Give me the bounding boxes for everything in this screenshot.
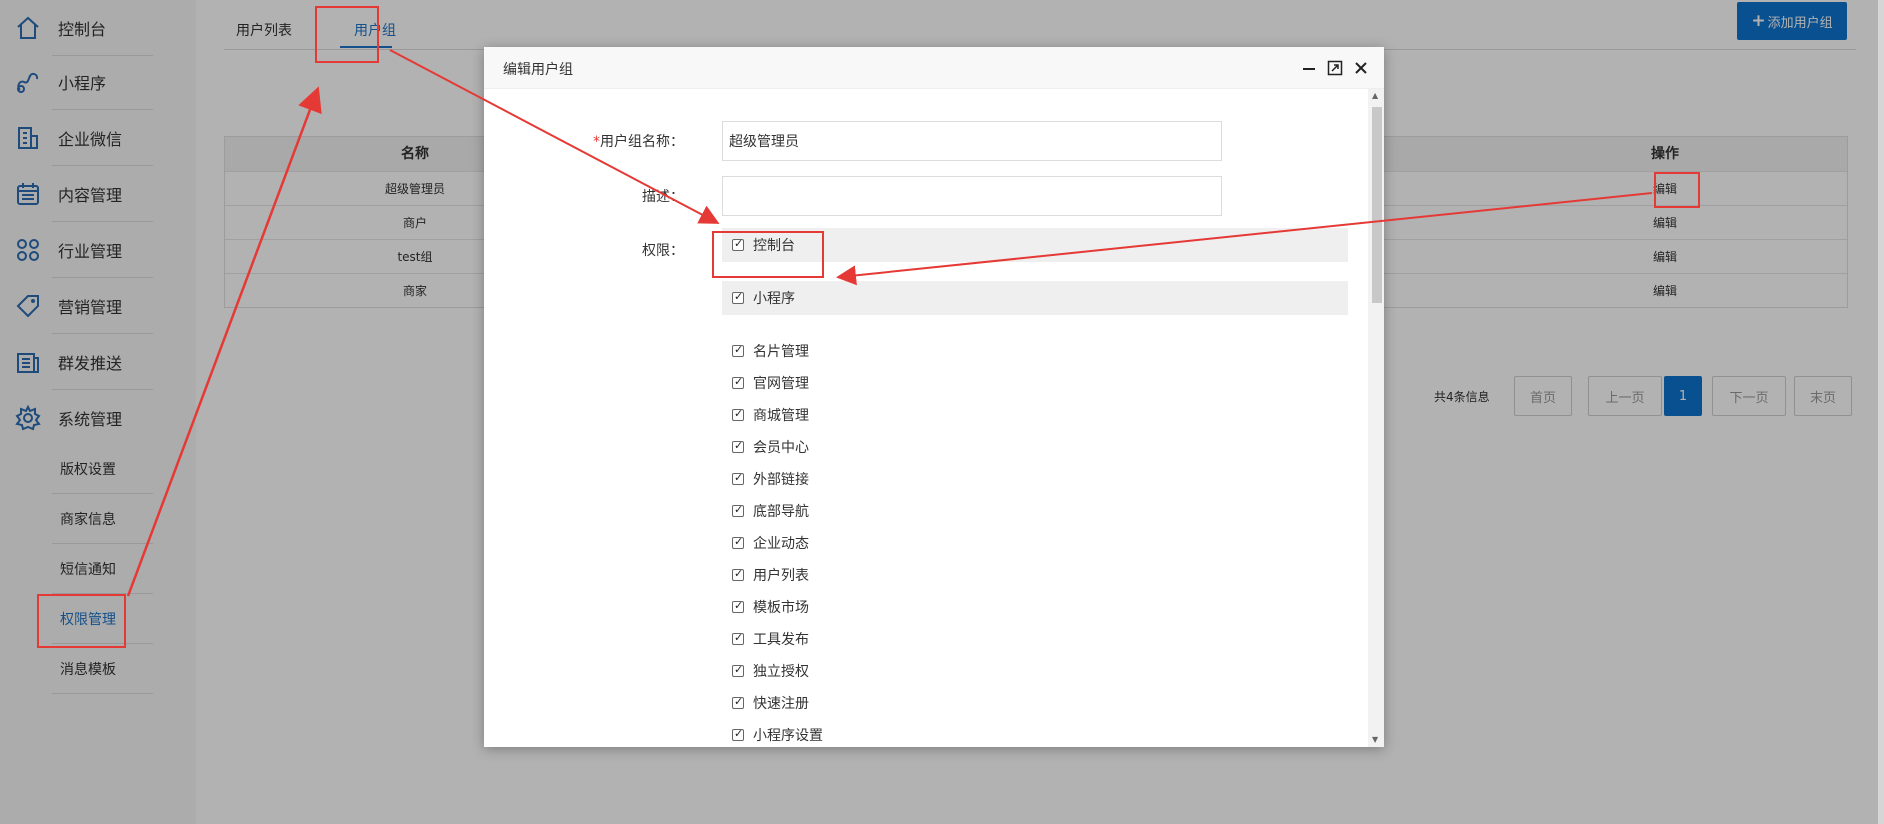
description-label: 描述： (642, 189, 684, 205)
checkbox-checked[interactable] (732, 695, 744, 709)
permission-label-text: 商城管理 (753, 408, 809, 424)
checkbox-checked[interactable] (732, 599, 744, 613)
permission-label-text: 快速注册 (753, 696, 809, 712)
group-name-input[interactable] (722, 121, 1222, 161)
permission-label-text: 小程序设置 (753, 728, 823, 744)
permission-label-text: 底部导航 (753, 504, 809, 520)
permission-group-miniprogram: 小程序 (722, 281, 1348, 315)
permission-item[interactable]: 外部链接 (732, 469, 809, 489)
permission-item[interactable]: 独立授权 (732, 661, 809, 681)
permission-item[interactable]: 工具发布 (732, 629, 809, 649)
checkbox-checked[interactable] (732, 375, 744, 389)
permission-label-text: 名片管理 (753, 344, 809, 360)
permission-item[interactable]: 快速注册 (732, 693, 809, 713)
permission-label-text: 官网管理 (753, 376, 809, 392)
checkbox-checked[interactable] (732, 663, 744, 677)
permission-item[interactable]: 用户列表 (732, 565, 809, 585)
permission-label-text: 模板市场 (753, 600, 809, 616)
permission-item[interactable]: 底部导航 (732, 501, 809, 521)
permission-label-text: 用户列表 (753, 568, 809, 584)
description-input[interactable] (722, 176, 1222, 216)
permission-label-text: 小程序 (753, 291, 795, 307)
modal-header: 编辑用户组 (484, 47, 1384, 89)
edit-user-group-modal: 编辑用户组 *用户组名称： 描述： 权限： 控制台 小程序 (484, 47, 1384, 747)
maximize-icon[interactable] (1326, 59, 1344, 77)
checkbox-checked[interactable] (732, 290, 744, 304)
permission-checkbox-dashboard[interactable]: 控制台 (732, 235, 795, 255)
permission-checkbox-miniprogram[interactable]: 小程序 (732, 288, 795, 308)
modal-scrollbar[interactable]: ▲ ▼ (1368, 89, 1384, 747)
checkbox-checked[interactable] (732, 503, 744, 517)
checkbox-checked[interactable] (732, 439, 744, 453)
required-mark: * (593, 134, 600, 150)
scroll-down-icon[interactable]: ▼ (1372, 735, 1378, 744)
checkbox-checked[interactable] (732, 567, 744, 581)
checkbox-checked[interactable] (732, 343, 744, 357)
checkbox-checked[interactable] (732, 471, 744, 485)
permission-label-text: 工具发布 (753, 632, 809, 648)
permission-item[interactable]: 小程序设置 (732, 725, 823, 745)
checkbox-checked[interactable] (732, 535, 744, 549)
modal-title: 编辑用户组 (503, 62, 573, 78)
permission-item[interactable]: 名片管理 (732, 341, 809, 361)
permission-item[interactable]: 模板市场 (732, 597, 809, 617)
page-edge (1878, 0, 1884, 824)
permission-label-text: 外部链接 (753, 472, 809, 488)
scroll-thumb[interactable] (1372, 107, 1382, 303)
minimize-icon[interactable] (1300, 59, 1318, 77)
permission-label-text: 独立授权 (753, 664, 809, 680)
permission-label-text: 控制台 (753, 238, 795, 254)
group-name-label-text: 用户组名称： (600, 134, 684, 150)
permission-item[interactable]: 企业动态 (732, 533, 809, 553)
permission-item[interactable]: 商城管理 (732, 405, 809, 425)
permission-label: 权限： (642, 243, 684, 259)
permission-item[interactable]: 会员中心 (732, 437, 809, 457)
checkbox-checked[interactable] (732, 237, 744, 251)
checkbox-checked[interactable] (732, 727, 744, 741)
permission-item[interactable]: 官网管理 (732, 373, 809, 393)
group-name-label: *用户组名称： (484, 131, 684, 151)
permission-label-text: 会员中心 (753, 440, 809, 456)
close-icon[interactable] (1352, 59, 1370, 77)
permission-group-dashboard: 控制台 (722, 228, 1348, 262)
modal-body: *用户组名称： 描述： 权限： 控制台 小程序 名片管理 官网管理 商城管理 会… (484, 89, 1384, 747)
permission-label-text: 企业动态 (753, 536, 809, 552)
checkbox-checked[interactable] (732, 407, 744, 421)
scroll-up-icon[interactable]: ▲ (1372, 91, 1378, 100)
checkbox-checked[interactable] (732, 631, 744, 645)
